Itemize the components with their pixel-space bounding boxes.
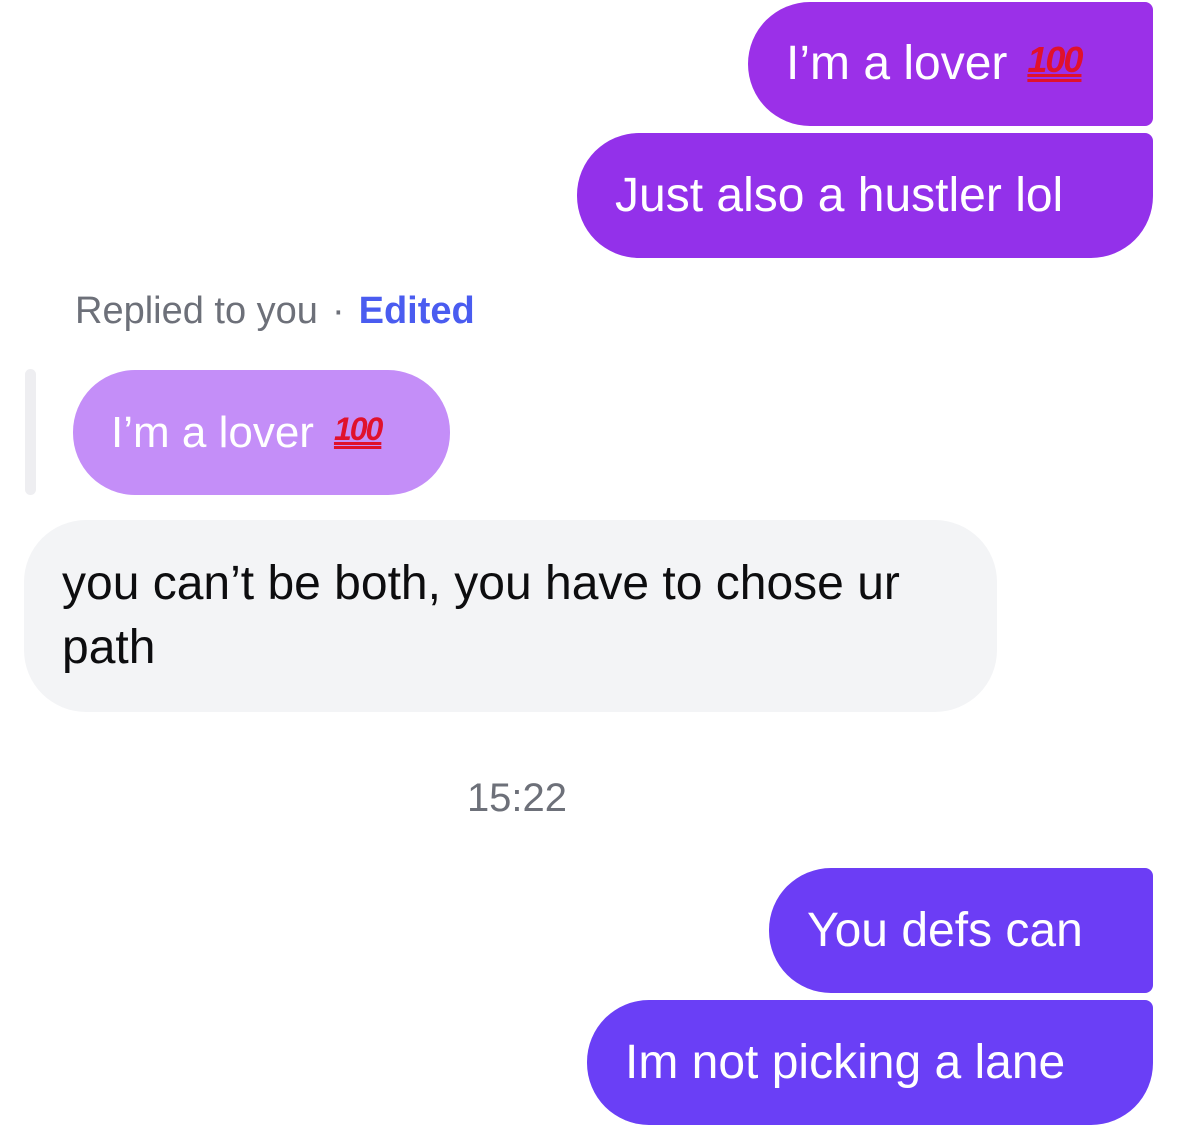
- message-text: Just also a hustler lol: [615, 168, 1064, 222]
- message-text: I’m a lover: [786, 37, 1008, 90]
- outgoing-message-bubble[interactable]: Just also a hustler lol: [577, 133, 1153, 258]
- outgoing-message-bubble[interactable]: You defs can: [769, 868, 1153, 993]
- message-text: Im not picking a lane: [625, 1035, 1066, 1089]
- quoted-message-bubble[interactable]: I’m a lover 100: [73, 370, 450, 495]
- outgoing-message-bubble[interactable]: I’m a lover 100: [748, 2, 1153, 126]
- incoming-message-bubble[interactable]: you can’t be both, you have to chose ur …: [24, 520, 997, 712]
- message-timestamp: 15:22: [466, 776, 568, 820]
- edited-link[interactable]: Edited: [359, 290, 475, 332]
- quoted-text: I’m a lover: [111, 407, 314, 457]
- separator-dot: ·: [331, 290, 345, 332]
- outgoing-message-bubble[interactable]: Im not picking a lane: [587, 1000, 1153, 1125]
- hundred-points-icon: 100: [1027, 39, 1083, 80]
- reply-header: Replied to you · Edited: [75, 288, 475, 334]
- message-text: you can’t be both, you have to chose ur …: [62, 557, 900, 674]
- reply-indicator-bar: [25, 369, 36, 495]
- message-text: You defs can: [807, 903, 1083, 957]
- hundred-points-icon: 100: [333, 410, 383, 447]
- replied-to-label: Replied to you: [75, 290, 318, 332]
